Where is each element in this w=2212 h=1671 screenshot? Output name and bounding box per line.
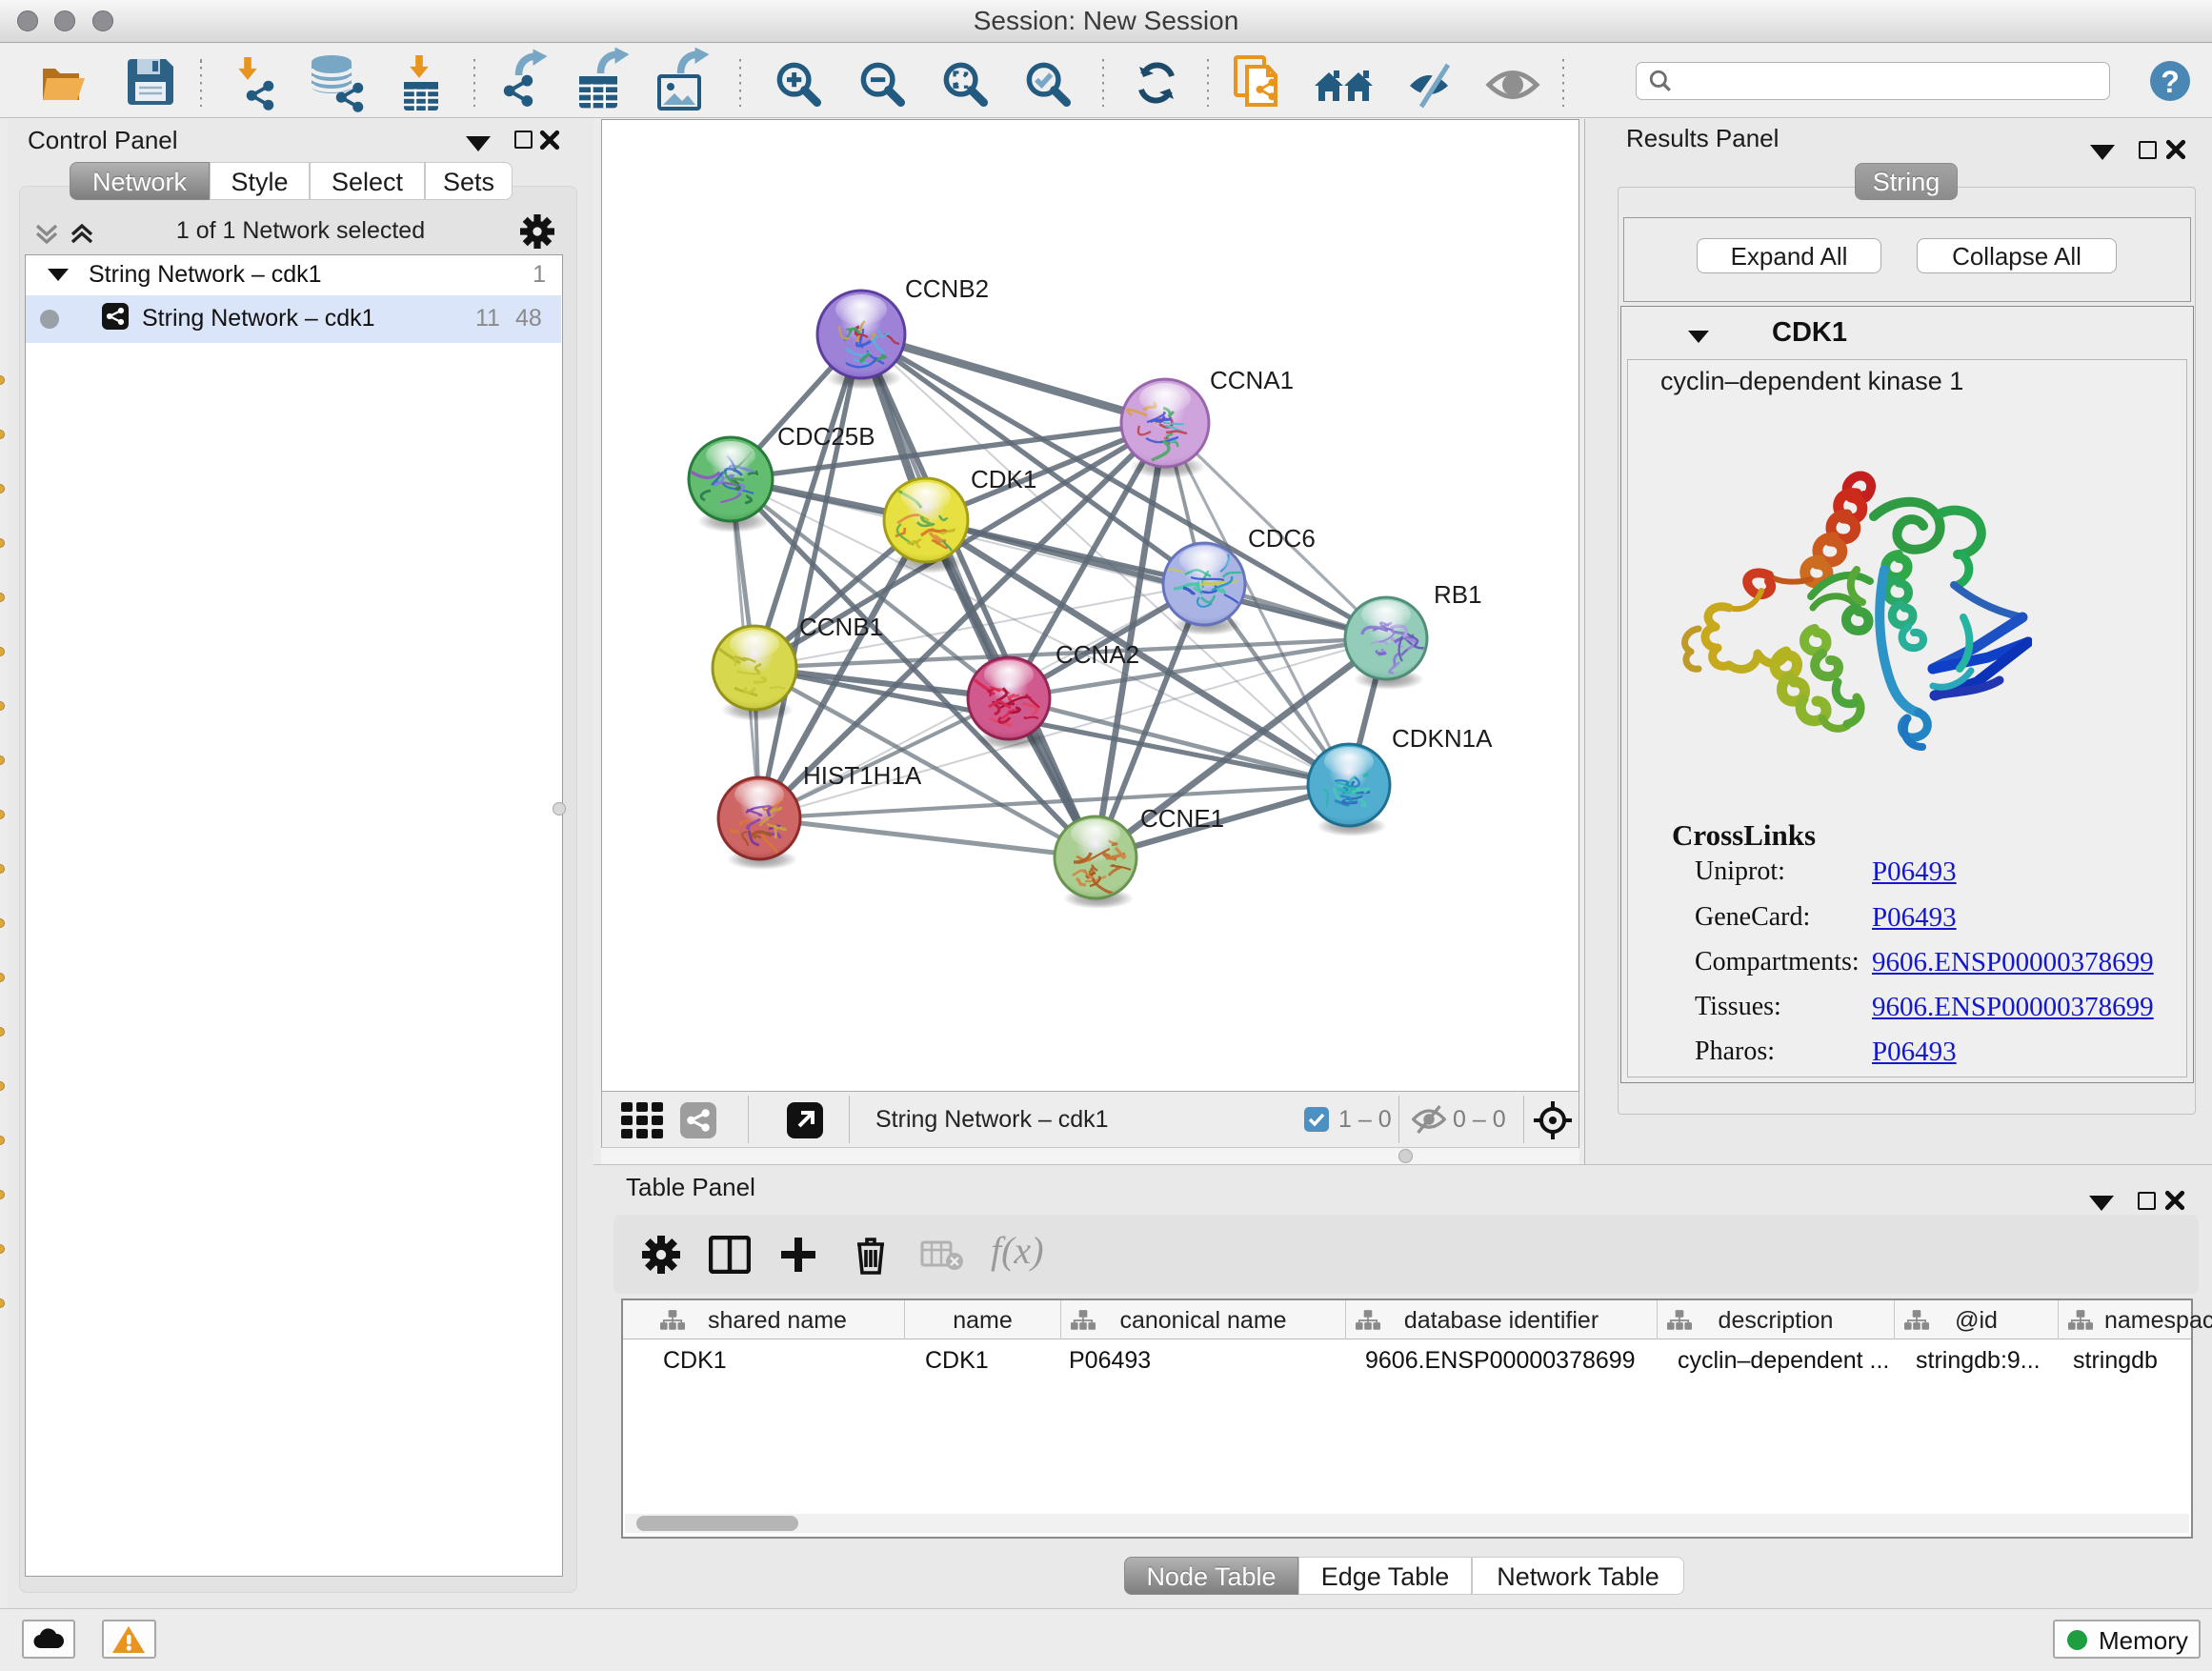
svg-text:HIST1H1A: HIST1H1A — [803, 761, 922, 790]
svg-text:CDKN1A: CDKN1A — [1392, 724, 1493, 753]
svg-text:CCNB2: CCNB2 — [905, 274, 989, 303]
svg-text:CCNA1: CCNA1 — [1210, 366, 1294, 394]
svg-text:CDC25B: CDC25B — [777, 422, 875, 451]
svg-text:CCNE1: CCNE1 — [1140, 804, 1224, 833]
svg-text:CCNA2: CCNA2 — [1056, 640, 1139, 669]
svg-text:RB1: RB1 — [1434, 580, 1482, 609]
svg-text:CDK1: CDK1 — [971, 465, 1036, 493]
svg-text:CDC6: CDC6 — [1248, 524, 1316, 553]
svg-text:CCNB1: CCNB1 — [799, 613, 883, 641]
